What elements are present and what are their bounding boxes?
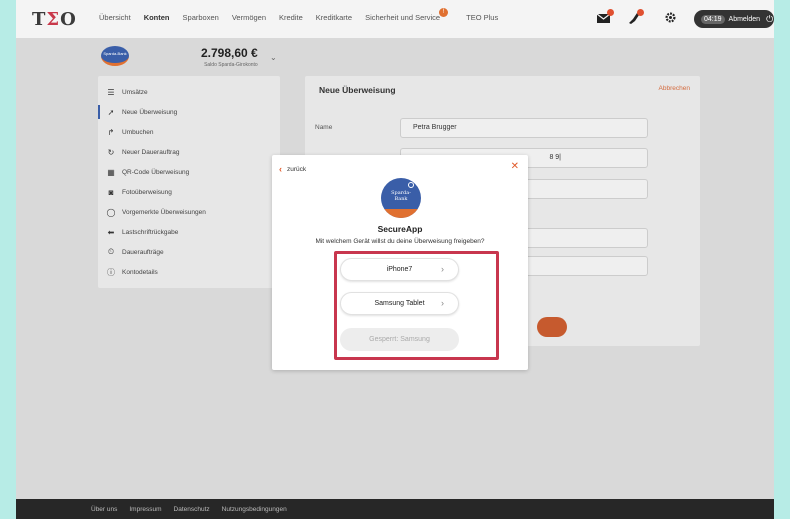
return-arrow-icon: ⬅ (107, 227, 115, 237)
sidebar-item-kontodetails[interactable]: ⓘ Kontodetails (98, 262, 280, 282)
sidebar-item-neuer-dauerauftrag[interactable]: ↻ Neuer Dauerauftrag (98, 142, 280, 162)
logout-button[interactable]: 04:19 Abmelden ⏻ (694, 10, 774, 28)
session-timer: 04:19 (701, 14, 725, 24)
logout-label: Abmelden (728, 15, 761, 23)
repeat-icon: ↻ (107, 147, 115, 157)
back-label: zurück (287, 165, 307, 173)
balance-label: Saldo Sparda-Girokonto (204, 62, 258, 68)
mail-notification-dot (607, 9, 614, 16)
balance-amount: 2.798,60 € (201, 46, 258, 60)
account-sidebar: ☰ Umsätze ➚ Neue Überweisung ↱ Umbuchen ↻ Ne… (98, 76, 280, 288)
app-window: TΣO Übersicht Konten Sparboxen Vermögen … (16, 0, 774, 519)
sidebar-item-label: Umsätze (122, 88, 148, 96)
sidebar-item-label: Vorgemerkte Überweisungen (122, 208, 206, 216)
footer-link-datenschutz[interactable]: Datenschutz (174, 506, 210, 513)
chevron-left-icon: ‹ (279, 164, 282, 174)
sidebar-item-dauerauftraege[interactable]: ⏲ Daueraufträge (98, 242, 280, 262)
dialog-subtitle: Mit welchem Gerät willst du deine Überwe… (315, 238, 485, 245)
nav-item-kredite[interactable]: Kredite (279, 13, 303, 22)
nav-item-teo-plus[interactable]: TEO Plus (466, 13, 498, 22)
nav-item-vermoegen[interactable]: Vermögen (232, 13, 266, 22)
info-icon: ⓘ (107, 267, 115, 277)
back-button[interactable]: ‹ zurück (279, 164, 306, 174)
name-label: Name (315, 124, 333, 131)
sidebar-item-neue-ueberweisung[interactable]: ➚ Neue Überweisung (98, 102, 280, 122)
submit-button[interactable] (537, 317, 567, 337)
nav-item-uebersicht[interactable]: Übersicht (99, 13, 131, 22)
cancel-link[interactable]: Abbrechen (659, 85, 690, 92)
page-title: Neue Überweisung (319, 85, 396, 95)
account-balance: 2.798,60 € Saldo Sparda-Girokonto (201, 44, 258, 68)
sparda-bank-logo: Sparda-Bank (381, 178, 421, 218)
footer-link-ueber-uns[interactable]: Über uns (91, 506, 117, 513)
dialog-title: SecureApp (377, 224, 423, 234)
clock-circle-icon: ◯ (106, 207, 116, 217)
camera-icon: ◙ (108, 187, 114, 197)
teo-logo[interactable]: TΣO (32, 9, 77, 30)
main-nav: Übersicht Konten Sparboxen Vermögen Kred… (99, 8, 511, 22)
sidebar-item-lastschriftrueckgabe[interactable]: ⬅ Lastschriftrückgabe (98, 222, 280, 242)
rocket-notification-dot (637, 9, 644, 16)
logo-text: Sparda- Bank (381, 190, 421, 202)
account-selector[interactable]: Sparda-Bank 2.798,60 € Saldo Sparda-Giro… (101, 44, 277, 68)
sidebar-item-umbuchen[interactable]: ↱ Umbuchen (98, 122, 280, 142)
sidebar-item-label: Neuer Dauerauftrag (122, 148, 180, 156)
rocket-icon[interactable] (626, 9, 644, 27)
logo-ring (408, 182, 414, 188)
nav-item-konten[interactable]: Konten (144, 13, 170, 22)
list-icon: ☰ (107, 87, 115, 97)
chevron-down-icon[interactable]: ⌄ (270, 53, 277, 62)
qr-code-icon: ▦ (107, 167, 115, 177)
nav-item-sparboxen[interactable]: Sparboxen (183, 13, 219, 22)
sidebar-item-label: Daueraufträge (122, 248, 164, 256)
sidebar-item-fotoueberweisung[interactable]: ◙ Fotoüberweisung (98, 182, 280, 202)
mail-icon[interactable] (596, 9, 614, 27)
sidebar-item-label: Kontodetails (122, 268, 158, 276)
sidebar-item-label: Umbuchen (122, 128, 154, 136)
nav-item-label: Sicherheit und Service (365, 13, 441, 22)
nav-item-sicherheit-service[interactable]: Sicherheit und Service! (365, 8, 453, 22)
sidebar-item-label: Fotoüberweisung (122, 188, 172, 196)
logo-text-line: Bank (394, 196, 408, 202)
gear-icon[interactable] (662, 11, 678, 27)
sidebar-item-label: Neue Überweisung (122, 108, 178, 116)
highlight-frame (334, 251, 499, 360)
logo-letter: T (32, 9, 47, 30)
footer-link-impressum[interactable]: Impressum (129, 506, 161, 513)
nav-item-kreditkarte[interactable]: Kreditkarte (316, 13, 352, 22)
bank-logo-text: Sparda-Bank (103, 51, 127, 56)
sidebar-item-qr-code[interactable]: ▦ QR-Code Überweisung (98, 162, 280, 182)
logo-accent-letter: Σ (46, 9, 61, 30)
footer-link-nutzungsbedingungen[interactable]: Nutzungsbedingungen (222, 506, 287, 513)
sparda-bank-logo: Sparda-Bank (101, 46, 129, 66)
rebook-icon: ↱ (107, 127, 115, 137)
notification-badge: ! (439, 8, 449, 17)
timer-icon: ⏲ (107, 247, 115, 256)
sidebar-item-umsaetze[interactable]: ☰ Umsätze (98, 82, 280, 102)
logo-stripe (381, 209, 421, 218)
power-icon: ⏻ (766, 13, 774, 24)
sidebar-item-vorgemerkte[interactable]: ◯ Vorgemerkte Überweisungen (98, 202, 280, 222)
sidebar-item-label: Lastschriftrückgabe (122, 228, 179, 236)
name-field[interactable]: Petra Brugger (400, 118, 648, 138)
top-navigation: TΣO Übersicht Konten Sparboxen Vermögen … (16, 0, 774, 38)
logo-letter: O (60, 9, 77, 30)
close-icon[interactable]: ✕ (511, 161, 519, 172)
footer: Über uns Impressum Datenschutz Nutzungsb… (16, 499, 774, 519)
sidebar-item-label: QR-Code Überweisung (122, 168, 190, 176)
transfer-arrow-icon: ➚ (107, 107, 115, 117)
